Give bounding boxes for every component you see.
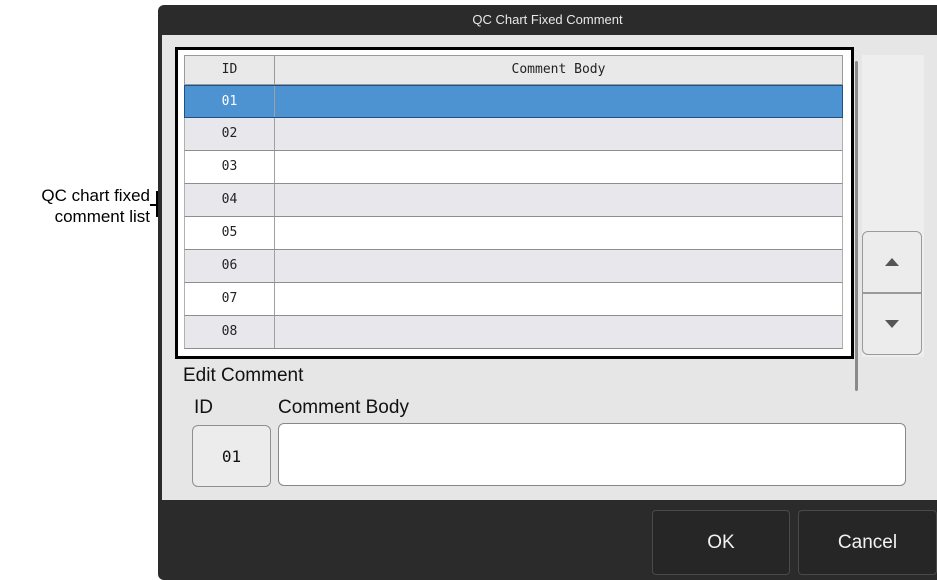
callout-label: QC chart fixed comment list — [0, 185, 150, 227]
qc-fixed-comment-dialog: QC Chart Fixed Comment ID Comment Body 0… — [158, 5, 937, 580]
table-header: ID Comment Body — [184, 55, 843, 85]
table-row[interactable]: 06 — [184, 250, 843, 283]
table-row[interactable]: 07 — [184, 283, 843, 316]
row-comment-body-cell — [275, 86, 842, 117]
ok-button[interactable]: OK — [652, 510, 790, 575]
table-row[interactable]: 05 — [184, 217, 843, 250]
edit-id-field: 01 — [192, 425, 271, 487]
column-header-id: ID — [185, 56, 275, 84]
row-id-cell: 02 — [185, 118, 275, 150]
comment-list-table: ID Comment Body 01 02 03 04 05 06 07 08 — [184, 55, 843, 353]
row-id-cell: 04 — [185, 184, 275, 216]
table-row[interactable]: 08 — [184, 316, 843, 349]
row-id-cell: 07 — [185, 283, 275, 315]
table-row[interactable]: 03 — [184, 151, 843, 184]
row-id-cell: 05 — [185, 217, 275, 249]
table-row[interactable]: 01 — [184, 85, 843, 118]
dialog-title: QC Chart Fixed Comment — [472, 12, 623, 27]
row-comment-body-cell — [275, 151, 842, 183]
row-id-cell: 06 — [185, 250, 275, 282]
row-comment-body-cell — [275, 118, 842, 150]
row-comment-body-cell — [275, 283, 842, 315]
edit-comment-body-label: Comment Body — [278, 397, 409, 418]
table-body: 01 02 03 04 05 06 07 08 — [184, 85, 843, 349]
triangle-down-icon — [885, 320, 899, 328]
comment-body-input[interactable] — [278, 423, 906, 486]
row-comment-body-cell — [275, 184, 842, 216]
callout-label-line1: QC chart fixed — [41, 186, 150, 205]
dialog-content-panel: ID Comment Body 01 02 03 04 05 06 07 08 Edit Co… — [162, 35, 937, 500]
triangle-up-icon — [885, 258, 899, 266]
edit-id-label: ID — [194, 397, 213, 418]
list-scrollbar[interactable] — [855, 61, 858, 391]
comment-list-highlight-frame: ID Comment Body 01 02 03 04 05 06 07 08 — [175, 47, 854, 359]
cancel-button[interactable]: Cancel — [798, 510, 937, 575]
table-row[interactable]: 02 — [184, 118, 843, 151]
row-comment-body-cell — [275, 316, 842, 348]
scroll-down-button[interactable] — [862, 293, 922, 355]
scroll-up-button[interactable] — [862, 231, 922, 293]
table-row[interactable]: 04 — [184, 184, 843, 217]
row-id-cell: 01 — [185, 86, 275, 117]
row-id-cell: 03 — [185, 151, 275, 183]
edit-comment-heading: Edit Comment — [183, 365, 304, 386]
callout-label-line2: comment list — [54, 207, 150, 226]
row-id-cell: 08 — [185, 316, 275, 348]
column-header-comment-body: Comment Body — [511, 62, 606, 77]
row-comment-body-cell — [275, 250, 842, 282]
row-comment-body-cell — [275, 217, 842, 249]
